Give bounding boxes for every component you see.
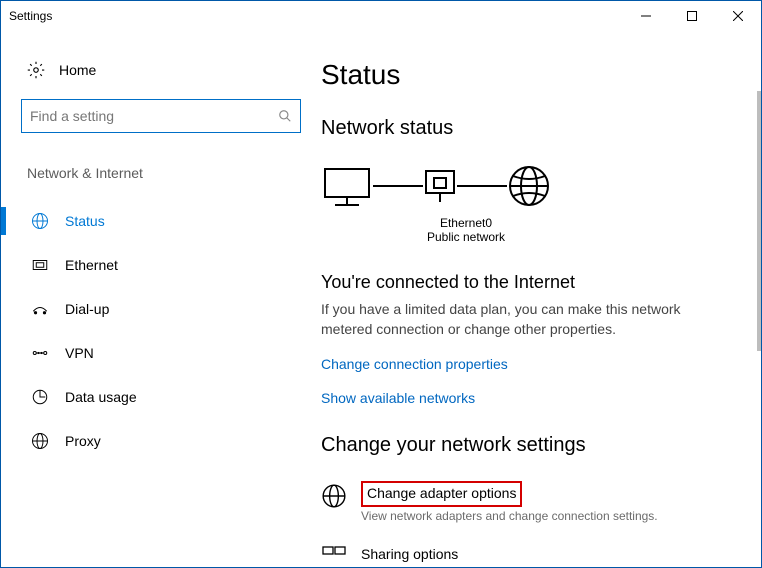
sidebar-item-label: Status — [65, 213, 105, 229]
search-box[interactable] — [21, 99, 301, 133]
maximize-button[interactable] — [669, 1, 715, 31]
highlight-box: Change adapter options — [361, 481, 522, 507]
proxy-icon — [31, 432, 49, 450]
computer-icon — [321, 165, 373, 207]
sidebar-item-label: Ethernet — [65, 257, 118, 273]
diagram-line — [457, 185, 507, 187]
scrollbar-thumb[interactable] — [757, 91, 761, 351]
page-title: Status — [321, 59, 731, 91]
network-type: Public network — [321, 230, 611, 244]
sidebar-item-dialup[interactable]: Dial-up — [21, 287, 301, 331]
show-available-networks-link[interactable]: Show available networks — [321, 390, 731, 406]
sidebar-item-label: VPN — [65, 345, 94, 361]
sidebar-item-datausage[interactable]: Data usage — [21, 375, 301, 419]
titlebar: Settings — [1, 1, 761, 31]
internet-globe-icon — [507, 164, 551, 208]
window-title: Settings — [9, 9, 52, 23]
window-controls — [623, 1, 761, 31]
adapter-options-icon — [321, 483, 347, 509]
search-icon — [278, 109, 292, 123]
main-panel: Status Network status Ethernet0 Public n… — [321, 31, 761, 567]
network-status-heading: Network status — [321, 117, 731, 140]
sidebar-item-vpn[interactable]: VPN — [21, 331, 301, 375]
sharing-options-title: Sharing options — [361, 546, 458, 562]
adapter-options-sub: View network adapters and change connect… — [361, 509, 658, 523]
gear-icon — [27, 61, 45, 79]
dialup-icon — [31, 300, 49, 318]
vpn-icon — [31, 344, 49, 362]
sharing-icon — [321, 545, 347, 565]
sidebar-item-label: Dial-up — [65, 301, 109, 317]
home-nav[interactable]: Home — [21, 61, 301, 79]
adapter-icon — [423, 168, 457, 204]
sharing-options-row[interactable]: Sharing options — [321, 545, 731, 565]
sidebar-item-status[interactable]: Status — [21, 199, 301, 243]
minimize-button[interactable] — [623, 1, 669, 31]
data-usage-icon — [31, 388, 49, 406]
sidebar: Home Network & Internet Status Ethernet — [1, 31, 321, 567]
scrollbar[interactable] — [757, 31, 761, 567]
globe-icon — [31, 212, 49, 230]
home-label: Home — [59, 62, 96, 78]
diagram-line — [373, 185, 423, 187]
adapter-options-title: Change adapter options — [367, 485, 516, 501]
change-adapter-options-row[interactable]: Change adapter options View network adap… — [321, 481, 731, 523]
connected-heading: You're connected to the Internet — [321, 272, 731, 293]
change-connection-properties-link[interactable]: Change connection properties — [321, 356, 731, 372]
sidebar-section-title: Network & Internet — [21, 165, 301, 181]
sidebar-item-ethernet[interactable]: Ethernet — [21, 243, 301, 287]
connected-description: If you have a limited data plan, you can… — [321, 299, 701, 340]
sidebar-item-label: Proxy — [65, 433, 101, 449]
network-diagram — [321, 164, 731, 208]
ethernet-icon — [31, 256, 49, 274]
adapter-name: Ethernet0 — [321, 216, 611, 230]
close-button[interactable] — [715, 1, 761, 31]
diagram-labels: Ethernet0 Public network — [321, 216, 611, 244]
sidebar-item-proxy[interactable]: Proxy — [21, 419, 301, 463]
sidebar-item-label: Data usage — [65, 389, 137, 405]
change-settings-heading: Change your network settings — [321, 434, 731, 457]
search-input[interactable] — [30, 108, 278, 124]
